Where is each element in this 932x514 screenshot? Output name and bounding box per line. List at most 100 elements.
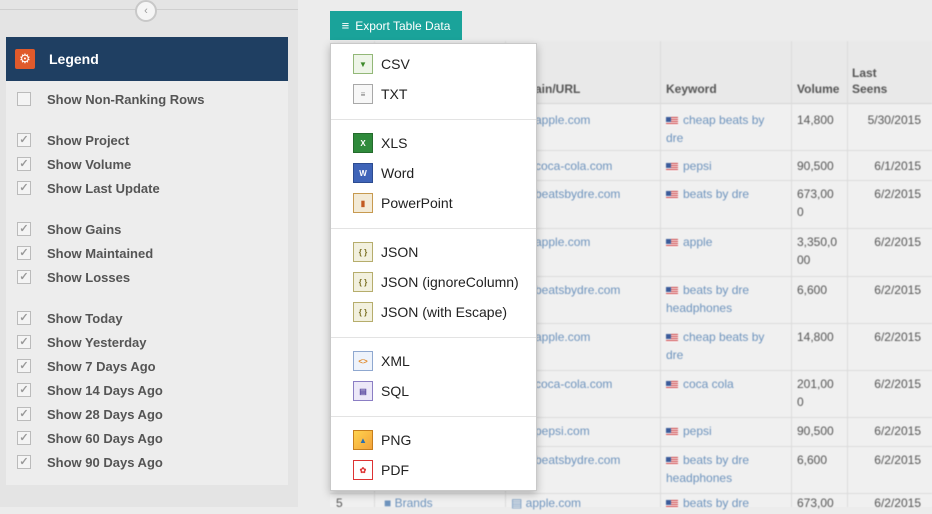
option-show-maintained[interactable]: ✓ Show Maintained	[17, 243, 153, 263]
menu-item-label: PowerPoint	[381, 195, 453, 211]
export-pdf-item[interactable]: ✿ PDF	[331, 457, 536, 483]
option-show-gains[interactable]: ✓ Show Gains	[17, 219, 121, 239]
column-header-keyword[interactable]: Keyword	[666, 82, 717, 96]
checkbox-checked[interactable]: ✓	[17, 455, 31, 469]
menu-item-label: XML	[381, 353, 410, 369]
domain-link[interactable]: pepsi.com	[535, 422, 590, 440]
checkbox-checked[interactable]: ✓	[17, 335, 31, 349]
export-sql-item[interactable]: ▤ SQL	[331, 378, 536, 404]
export-word-item[interactable]: W Word	[331, 160, 536, 186]
keyword-cell[interactable]: pepsi	[666, 157, 788, 175]
us-flag-icon	[666, 333, 678, 342]
us-flag-icon	[666, 380, 678, 389]
column-header-volume[interactable]: Volume	[797, 82, 839, 96]
menu-divider	[331, 337, 536, 338]
export-png-item[interactable]: ▲ PNG	[331, 427, 536, 453]
last-seen-cell: 6/2/2015	[874, 187, 921, 201]
xml-file-icon: <>	[353, 351, 373, 371]
export-txt-item[interactable]: ≡ TXT	[331, 81, 536, 107]
checkbox-checked[interactable]: ✓	[17, 431, 31, 445]
keyword-cell[interactable]: cheap beats by dre	[666, 328, 788, 364]
option-show-60-days-ago[interactable]: ✓ Show 60 Days Ago	[17, 428, 163, 448]
option-show-28-days-ago[interactable]: ✓ Show 28 Days Ago	[17, 404, 163, 424]
volume-cell: 673,00	[797, 496, 834, 510]
keyword-cell[interactable]: beats by dre headphones	[666, 451, 788, 487]
export-xls-item[interactable]: X XLS	[331, 130, 536, 156]
us-flag-icon	[666, 162, 678, 171]
option-show-volume[interactable]: ✓ Show Volume	[17, 154, 131, 174]
domain-link[interactable]: beatsbydre.com	[535, 185, 620, 203]
image-file-icon: ▲	[353, 430, 373, 450]
checkbox-checked[interactable]: ✓	[17, 359, 31, 373]
volume-cell: 6,600	[797, 453, 828, 467]
checkbox-checked[interactable]: ✓	[17, 270, 31, 284]
export-json-escape-item[interactable]: { } JSON (with Escape)	[331, 299, 536, 325]
domain-link[interactable]: apple.com	[535, 328, 590, 346]
checkbox-checked[interactable]: ✓	[17, 222, 31, 236]
keyword-cell[interactable]: beats by dre headphones	[666, 281, 788, 317]
option-show-yesterday[interactable]: ✓ Show Yesterday	[17, 332, 146, 352]
checkbox-unchecked[interactable]	[17, 92, 31, 106]
menu-item-label: PDF	[381, 462, 409, 478]
option-show-90-days-ago[interactable]: ✓ Show 90 Days Ago	[17, 452, 163, 472]
project-link[interactable]: ■ Brands	[384, 494, 433, 512]
option-show-today[interactable]: ✓ Show Today	[17, 308, 123, 328]
keyword-cell[interactable]: cheap beats by dre	[666, 111, 788, 147]
menu-item-label: JSON (with Escape)	[381, 304, 508, 320]
keyword-cell[interactable]: pepsi	[666, 422, 788, 440]
domain-link[interactable]: coca-cola.com	[535, 375, 612, 393]
checkbox-checked[interactable]: ✓	[17, 181, 31, 195]
export-json-ignorecolumn-item[interactable]: { } JSON (ignoreColumn)	[331, 269, 536, 295]
keyword-text: pepsi	[683, 424, 712, 438]
export-powerpoint-item[interactable]: ▮ PowerPoint	[331, 190, 536, 216]
export-table-data-button[interactable]: ≡ Export Table Data	[330, 11, 462, 40]
volume-cell: 201,00 0	[797, 377, 834, 409]
export-json-item[interactable]: { } JSON	[331, 239, 536, 265]
option-show-14-days-ago[interactable]: ✓ Show 14 Days Ago	[17, 380, 163, 400]
last-seen-cell: 6/2/2015	[874, 283, 921, 297]
checkbox-checked[interactable]: ✓	[17, 383, 31, 397]
last-seen-cell: 6/2/2015	[874, 235, 921, 249]
export-xml-item[interactable]: <> XML	[331, 348, 536, 374]
keyword-cell[interactable]: beats by dre	[666, 185, 788, 203]
domain-link[interactable]: coca-cola.com	[535, 157, 612, 175]
domain-link[interactable]: beatsbydre.com	[535, 451, 620, 469]
option-show-non-ranking-rows[interactable]: Show Non-Ranking Rows	[17, 89, 204, 109]
keyword-text: dre	[666, 348, 684, 362]
domain-text: apple.com	[525, 496, 582, 510]
table-row[interactable]: 5 ■ Brands ▤ apple.com beats by dre 673,…	[330, 494, 932, 514]
domain-link[interactable]: ▤ apple.com	[511, 494, 581, 512]
sidebar: ‹ ⚙ Legend Show Non-Ranking Rows ✓ Show …	[0, 0, 298, 507]
domain-link[interactable]: beatsbydre.com	[535, 281, 620, 299]
domain-link[interactable]: apple.com	[535, 233, 590, 251]
option-show-7-days-ago[interactable]: ✓ Show 7 Days Ago	[17, 356, 156, 376]
column-header-domain[interactable]: ain/URL	[535, 82, 580, 96]
us-flag-icon	[666, 238, 678, 247]
option-label: Show 14 Days Ago	[47, 382, 163, 398]
txt-file-icon: ≡	[353, 84, 373, 104]
checkbox-checked[interactable]: ✓	[17, 311, 31, 325]
checkbox-checked[interactable]: ✓	[17, 157, 31, 171]
checkbox-checked[interactable]: ✓	[17, 133, 31, 147]
domain-link[interactable]: apple.com	[535, 111, 590, 129]
export-dropdown-menu: ▼ CSV ≡ TXT X XLS W Word ▮ PowerPoint { …	[330, 43, 537, 491]
menu-item-label: JSON	[381, 244, 419, 260]
word-icon: W	[353, 163, 373, 183]
volume-cell: 14,800	[797, 113, 834, 127]
menu-item-label: CSV	[381, 56, 410, 72]
column-header-last-seen-line1[interactable]: Last	[852, 66, 877, 80]
export-csv-item[interactable]: ▼ CSV	[331, 51, 536, 77]
keyword-cell[interactable]: beats by dre	[666, 494, 788, 512]
collapse-sidebar-button[interactable]: ‹	[135, 0, 157, 22]
chart-icon: ▤	[511, 496, 526, 510]
keyword-cell[interactable]: coca cola	[666, 375, 788, 393]
option-show-last-update[interactable]: ✓ Show Last Update	[17, 178, 160, 198]
json-file-icon: { }	[353, 302, 373, 322]
column-header-last-seen-line2[interactable]: Seens	[852, 82, 887, 96]
keyword-cell[interactable]: apple	[666, 233, 788, 251]
option-show-project[interactable]: ✓ Show Project	[17, 130, 129, 150]
checkbox-checked[interactable]: ✓	[17, 407, 31, 421]
menu-item-label: XLS	[381, 135, 408, 151]
option-show-losses[interactable]: ✓ Show Losses	[17, 267, 130, 287]
checkbox-checked[interactable]: ✓	[17, 246, 31, 260]
